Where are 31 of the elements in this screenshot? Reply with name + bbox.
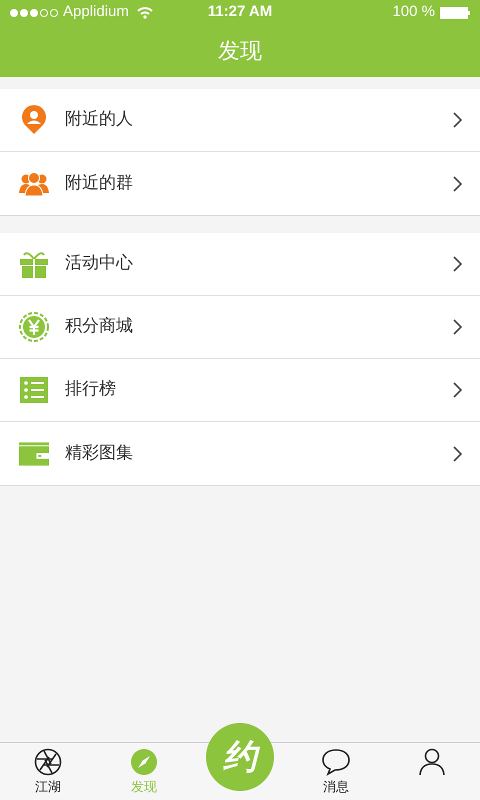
status-time: 11:27 AM bbox=[208, 2, 272, 22]
page-title: 发现 bbox=[218, 38, 262, 66]
battery-icon bbox=[440, 6, 470, 18]
row-label: 排行榜 bbox=[65, 378, 116, 402]
carrier-name: Applidium bbox=[63, 2, 129, 22]
compass-icon bbox=[130, 748, 158, 776]
row-label: 活动中心 bbox=[65, 252, 133, 276]
tab-item[interactable]: 江湖 bbox=[0, 743, 96, 800]
chevron-icon bbox=[453, 112, 462, 128]
ranking-list-icon bbox=[20, 377, 48, 403]
row-label: 积分商城 bbox=[65, 315, 133, 338]
row-label: 附近的群 bbox=[65, 172, 133, 195]
chevron-icon bbox=[453, 382, 462, 398]
aperture-icon bbox=[34, 748, 62, 776]
chevron-icon bbox=[453, 256, 462, 272]
chevron-icon bbox=[453, 446, 462, 462]
chevron-icon bbox=[453, 176, 462, 192]
battery-percent: 100 % bbox=[392, 2, 435, 22]
pin-person-icon bbox=[21, 105, 47, 135]
chevron-icon bbox=[453, 319, 462, 335]
gift-icon bbox=[19, 250, 49, 278]
wifi-icon bbox=[136, 6, 153, 18]
tab-item[interactable]: 消息 bbox=[288, 743, 384, 800]
signal-icon bbox=[10, 8, 58, 16]
yen-coin-icon bbox=[19, 312, 49, 342]
chat-bubble-icon bbox=[321, 748, 351, 776]
person-icon bbox=[419, 748, 445, 776]
group-icon bbox=[19, 170, 49, 196]
row-label: 附近的人 bbox=[65, 108, 133, 132]
wallet-icon bbox=[19, 442, 49, 466]
row-label: 精彩图集 bbox=[65, 442, 133, 465]
